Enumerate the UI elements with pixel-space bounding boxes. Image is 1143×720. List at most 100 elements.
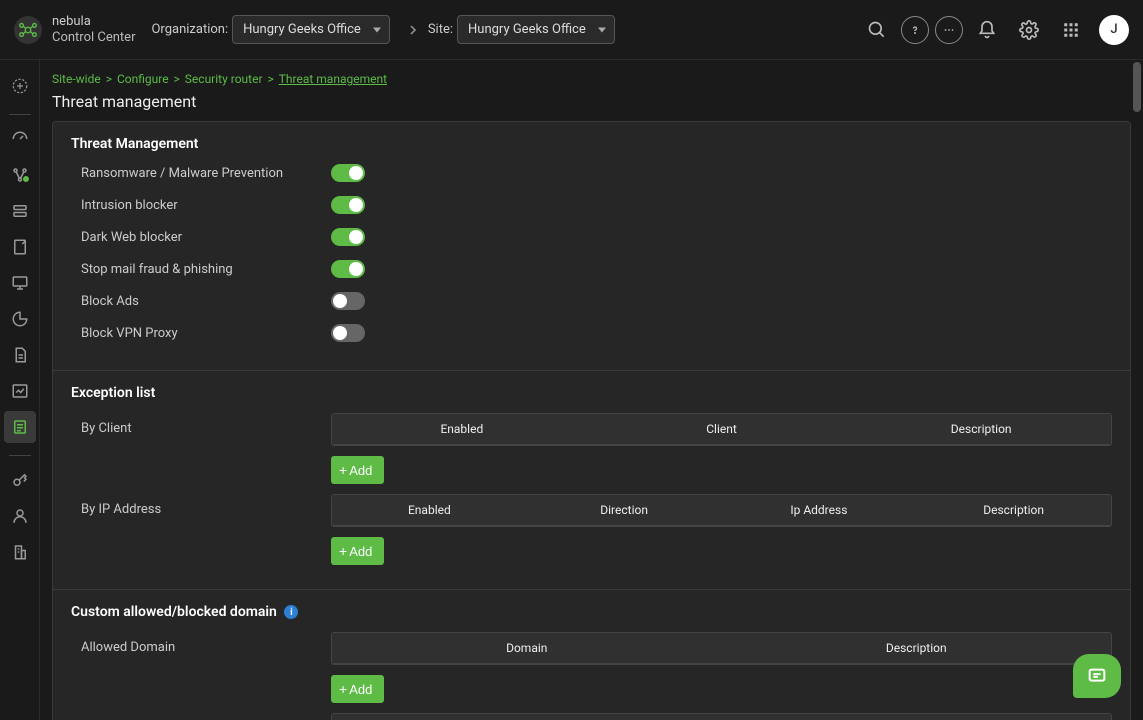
info-icon[interactable]: i xyxy=(284,605,298,619)
threat-management-section: Threat Management Ransomware / Malware P… xyxy=(53,122,1130,370)
add-label: Add xyxy=(349,544,372,559)
toggle-switch[interactable] xyxy=(331,196,365,214)
brand-line1: nebula xyxy=(52,14,135,30)
add-label: Add xyxy=(349,682,372,697)
breadcrumb: Site-wide > Configure > Security router … xyxy=(52,72,1131,86)
sidebar-item-dashboard[interactable] xyxy=(4,123,36,155)
sidebar-item-stack[interactable] xyxy=(4,195,36,227)
sidebar-item-report[interactable] xyxy=(4,231,36,263)
logo-icon xyxy=(14,16,42,44)
org-label: Organization: xyxy=(151,22,228,37)
chevron-right-icon xyxy=(404,21,422,39)
breadcrumb-sitewide[interactable]: Site-wide xyxy=(52,72,101,86)
scrollbar[interactable] xyxy=(1131,60,1143,720)
site-value: Hungry Geeks Office xyxy=(468,22,586,37)
breadcrumb-configure[interactable]: Configure xyxy=(117,72,169,86)
threat-toggle-row: Block Ads xyxy=(71,292,1112,310)
sidebar xyxy=(0,60,40,720)
add-client-button[interactable]: +Add xyxy=(331,456,384,484)
chat-button[interactable] xyxy=(1073,654,1121,698)
by-client-label: By Client xyxy=(81,413,331,484)
threat-toggle-label: Intrusion blocker xyxy=(81,198,331,213)
toggle-switch[interactable] xyxy=(331,260,365,278)
sidebar-item-security[interactable] xyxy=(4,411,36,443)
breadcrumb-threat-management[interactable]: Threat management xyxy=(279,72,387,86)
ellipsis-icon[interactable] xyxy=(935,16,963,44)
sidebar-item-key[interactable] xyxy=(4,464,36,496)
plus-icon: + xyxy=(339,681,347,697)
main-content: Site-wide > Configure > Security router … xyxy=(40,60,1131,720)
scrollbar-thumb[interactable] xyxy=(1133,62,1141,112)
toggle-switch[interactable] xyxy=(331,324,365,342)
allowed-domain-table: DomainDescription xyxy=(331,632,1112,665)
breadcrumb-security-router[interactable]: Security router xyxy=(185,72,263,86)
sidebar-item-trend[interactable] xyxy=(4,375,36,407)
add-label: Add xyxy=(349,463,372,478)
add-allowed-domain-button[interactable]: +Add xyxy=(331,675,384,703)
brand-line2: Control Center xyxy=(52,30,135,46)
threat-toggle-label: Ransomware / Malware Prevention xyxy=(81,166,331,181)
table-header: Description xyxy=(722,633,1112,663)
caret-down-icon xyxy=(373,27,381,32)
allowed-domain-label: Allowed Domain xyxy=(81,632,331,703)
plus-icon: + xyxy=(339,543,347,559)
threat-toggle-row: Intrusion blocker xyxy=(71,196,1112,214)
notification-icon[interactable] xyxy=(969,12,1005,48)
threat-toggle-label: Stop mail fraud & phishing xyxy=(81,262,331,277)
sidebar-item-add[interactable] xyxy=(4,70,36,102)
sidebar-item-user[interactable] xyxy=(4,500,36,532)
threat-toggle-label: Block VPN Proxy xyxy=(81,326,331,341)
organization-value: Hungry Geeks Office xyxy=(243,22,361,37)
exception-section: Exception list By Client EnabledClientDe… xyxy=(53,370,1130,589)
table-header: Description xyxy=(851,414,1111,444)
threat-toggle-row: Block VPN Proxy xyxy=(71,324,1112,342)
by-ip-label: By IP Address xyxy=(81,494,331,565)
sidebar-item-doc[interactable] xyxy=(4,339,36,371)
sidebar-item-topology[interactable] xyxy=(4,159,36,191)
by-client-table: EnabledClientDescription xyxy=(331,413,1112,446)
toggle-switch[interactable] xyxy=(331,228,365,246)
table-header: Domain xyxy=(332,633,722,663)
organization-selector[interactable]: Hungry Geeks Office xyxy=(232,15,390,44)
apps-grid-icon[interactable] xyxy=(1053,12,1089,48)
exception-by-ip: By IP Address EnabledDirectionIp Address… xyxy=(71,494,1112,565)
sidebar-item-piechало[interactable] xyxy=(4,303,36,335)
table-header: Description xyxy=(916,495,1111,525)
blocked-domain-label: Blocked Domain xyxy=(81,713,331,720)
plus-icon: + xyxy=(339,462,347,478)
exception-title: Exception list xyxy=(71,385,1112,401)
table-header: Description xyxy=(722,714,1112,720)
sidebar-item-building[interactable] xyxy=(4,536,36,568)
add-ip-button[interactable]: +Add xyxy=(331,537,384,565)
custom-domain-section: Custom allowed/blocked domain i Allowed … xyxy=(53,589,1130,720)
table-header: Client xyxy=(592,414,852,444)
sidebar-item-monitor[interactable] xyxy=(4,267,36,299)
threat-toggle-label: Dark Web blocker xyxy=(81,230,331,245)
main-panel: Threat Management Ransomware / Malware P… xyxy=(52,121,1131,720)
table-header: Ip Address xyxy=(722,495,917,525)
toggle-switch[interactable] xyxy=(331,292,365,310)
topbar: nebula Control Center Organization: Hung… xyxy=(0,0,1143,60)
domain-title-text: Custom allowed/blocked domain xyxy=(71,604,277,620)
site-label: Site: xyxy=(428,22,453,37)
threat-title: Threat Management xyxy=(71,136,1112,152)
allowed-domain: Allowed Domain DomainDescription +Add xyxy=(71,632,1112,703)
blocked-domain-table: DomainDescription xyxy=(331,713,1112,720)
table-header: Enabled xyxy=(332,495,527,525)
threat-toggle-row: Ransomware / Malware Prevention xyxy=(71,164,1112,182)
table-header: Enabled xyxy=(332,414,592,444)
site-selector[interactable]: Hungry Geeks Office xyxy=(457,15,615,44)
settings-icon[interactable] xyxy=(1011,12,1047,48)
help-icon[interactable] xyxy=(901,16,929,44)
blocked-domain: Blocked Domain DomainDescription +Add xyxy=(71,713,1112,720)
page-title: Threat management xyxy=(52,92,1131,111)
brand: nebula Control Center xyxy=(52,14,135,45)
search-icon[interactable] xyxy=(859,12,895,48)
threat-toggle-row: Dark Web blocker xyxy=(71,228,1112,246)
caret-down-icon xyxy=(598,27,606,32)
toggle-switch[interactable] xyxy=(331,164,365,182)
user-avatar[interactable]: J xyxy=(1099,15,1129,45)
table-header: Domain xyxy=(332,714,722,720)
exception-by-client: By Client EnabledClientDescription +Add xyxy=(71,413,1112,484)
by-ip-table: EnabledDirectionIp AddressDescription xyxy=(331,494,1112,527)
